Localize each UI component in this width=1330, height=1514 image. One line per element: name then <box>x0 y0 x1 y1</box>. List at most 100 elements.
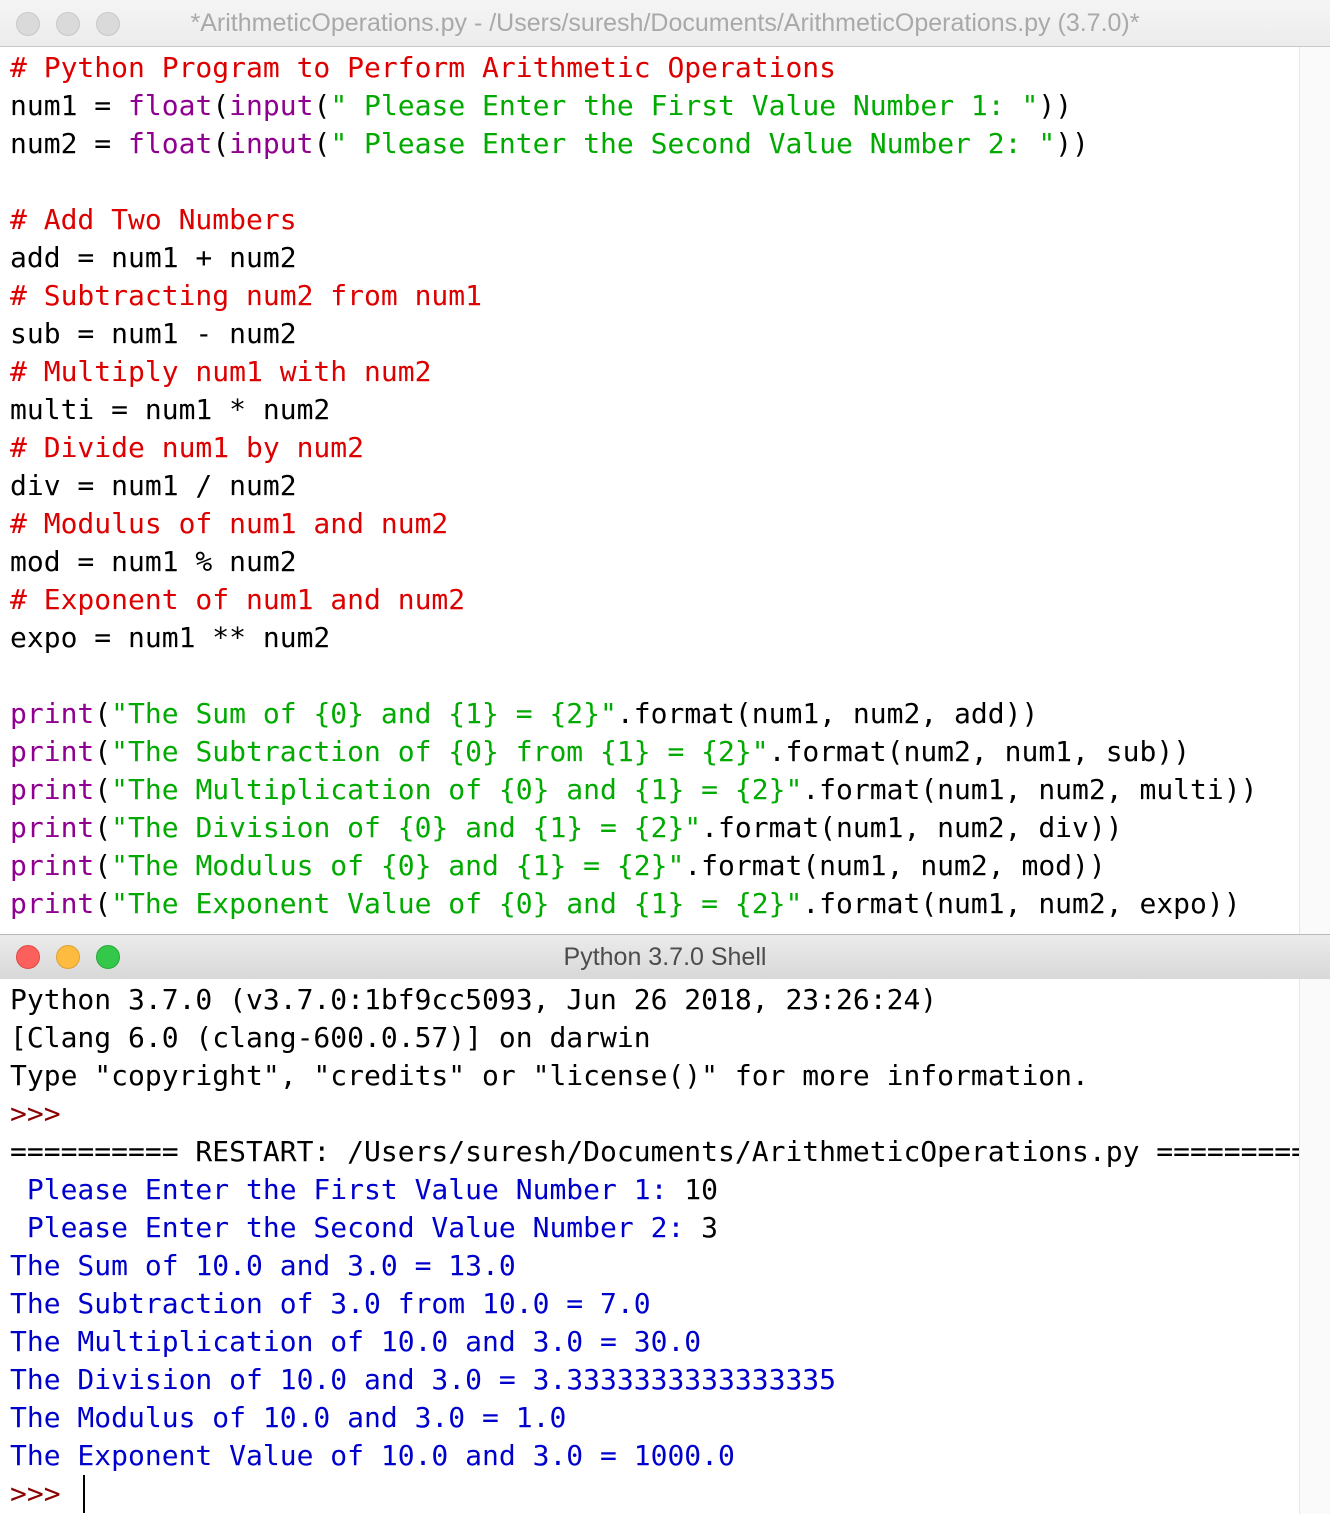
code-line: # Divide num1 by num2 <box>10 429 1300 467</box>
code-line: # Exponent of num1 and num2 <box>10 581 1300 619</box>
code-text: num1 = <box>10 89 129 122</box>
shell-scrollbar[interactable] <box>1299 979 1330 1514</box>
code-line: # Add Two Numbers <box>10 201 1300 239</box>
code-line: print("The Modulus of {0} and {1} = {2}"… <box>10 847 1300 885</box>
code-line: div = num1 / num2 <box>10 467 1300 505</box>
code-text: ( <box>212 89 230 122</box>
code-text: .format(num1, num2, div)) <box>701 811 1123 844</box>
code-builtin: input <box>229 89 314 122</box>
editor-text[interactable]: # Python Program to Perform Arithmetic O… <box>0 47 1300 923</box>
shell-console[interactable]: Python 3.7.0 (v3.7.0:1bf9cc5093, Jun 26 … <box>0 979 1325 1514</box>
code-text: .format(num2, num1, sub)) <box>768 735 1191 768</box>
code-comment: # Subtracting num2 from num1 <box>10 279 483 312</box>
code-text: .format(num1, num2, add)) <box>616 697 1039 730</box>
text-cursor <box>83 1475 86 1513</box>
code-text: .format(num1, num2, expo)) <box>802 887 1241 920</box>
code-text: ( <box>94 811 112 844</box>
code-text: ( <box>94 887 112 920</box>
shell-output: The Multiplication of 10.0 and 3.0 = 30.… <box>10 1325 702 1358</box>
shell-text[interactable]: Python 3.7.0 (v3.7.0:1bf9cc5093, Jun 26 … <box>0 979 1325 1513</box>
code-text: expo = num1 ** num2 <box>10 621 331 654</box>
shell-line: The Subtraction of 3.0 from 10.0 = 7.0 <box>10 1285 1300 1323</box>
shell-line: The Division of 10.0 and 3.0 = 3.3333333… <box>10 1361 1300 1399</box>
shell-line: The Sum of 10.0 and 3.0 = 13.0 <box>10 1247 1300 1285</box>
shell-output: The Modulus of 10.0 and 3.0 = 1.0 <box>10 1401 567 1434</box>
code-text: )) <box>1055 127 1089 160</box>
code-text: mod = num1 % num2 <box>10 545 297 578</box>
code-line: add = num1 + num2 <box>10 239 1300 277</box>
code-builtin: print <box>10 849 95 882</box>
shell-window-title: Python 3.7.0 Shell <box>563 943 767 971</box>
code-line: mod = num1 % num2 <box>10 543 1300 581</box>
code-text: ( <box>212 127 230 160</box>
code-builtin: print <box>10 735 95 768</box>
shell-line: >>> <box>10 1095 1300 1133</box>
shell-output: The Sum of 10.0 and 3.0 = 13.0 <box>10 1249 516 1282</box>
code-editor[interactable]: # Python Program to Perform Arithmetic O… <box>0 47 1300 934</box>
code-text: .format(num1, num2, mod)) <box>684 849 1106 882</box>
code-comment: # Multiply num1 with num2 <box>10 355 432 388</box>
code-line: # Subtracting num2 from num1 <box>10 277 1300 315</box>
code-line: multi = num1 * num2 <box>10 391 1300 429</box>
code-text: div = num1 / num2 <box>10 469 297 502</box>
shell-line: Python 3.7.0 (v3.7.0:1bf9cc5093, Jun 26 … <box>10 981 1300 1019</box>
code-text: ( <box>94 735 112 768</box>
code-string: "The Exponent Value of {0} and {1} = {2}… <box>111 887 803 920</box>
shell-line: [Clang 6.0 (clang-600.0.57)] on darwin <box>10 1019 1300 1057</box>
shell-line: Type "copyright", "credits" or "license(… <box>10 1057 1300 1095</box>
shell-line: The Exponent Value of 10.0 and 3.0 = 100… <box>10 1437 1300 1475</box>
shell-user-input: 3 <box>701 1211 719 1244</box>
code-text: ( <box>94 773 112 806</box>
shell-output: The Subtraction of 3.0 from 10.0 = 7.0 <box>10 1287 651 1320</box>
editor-window: *ArithmeticOperations.py - /Users/suresh… <box>0 0 1330 934</box>
code-text: ( <box>94 697 112 730</box>
code-line: print("The Exponent Value of {0} and {1}… <box>10 885 1300 923</box>
code-line: # Multiply num1 with num2 <box>10 353 1300 391</box>
shell-line: The Modulus of 10.0 and 3.0 = 1.0 <box>10 1399 1300 1437</box>
shell-prompt: >>> <box>10 1097 78 1130</box>
shell-titlebar: Python 3.7.0 Shell <box>0 934 1330 980</box>
code-string: "The Subtraction of {0} from {1} = {2}" <box>111 735 769 768</box>
shell-line: Please Enter the First Value Number 1: 1… <box>10 1171 1300 1209</box>
code-comment: # Modulus of num1 and num2 <box>10 507 449 540</box>
editor-scrollbar[interactable] <box>1299 47 1330 934</box>
code-string: " Please Enter the First Value Number 1:… <box>330 89 1039 122</box>
shell-text-line: ========== RESTART: /Users/suresh/Docume… <box>10 1135 1325 1168</box>
code-string: "The Multiplication of {0} and {1} = {2}… <box>111 773 803 806</box>
code-line: expo = num1 ** num2 <box>10 619 1300 657</box>
shell-text-line: Python 3.7.0 (v3.7.0:1bf9cc5093, Jun 26 … <box>10 983 938 1016</box>
shell-output: Please Enter the First Value Number 1: <box>10 1173 685 1206</box>
code-line: num1 = float(input(" Please Enter the Fi… <box>10 87 1300 125</box>
shell-line: ========== RESTART: /Users/suresh/Docume… <box>10 1133 1325 1171</box>
code-text: multi = num1 * num2 <box>10 393 331 426</box>
code-builtin: float <box>128 89 213 122</box>
code-line: print("The Multiplication of {0} and {1}… <box>10 771 1300 809</box>
shell-line: Please Enter the Second Value Number 2: … <box>10 1209 1300 1247</box>
shell-text-line: Type "copyright", "credits" or "license(… <box>10 1059 1089 1092</box>
code-builtin: print <box>10 811 95 844</box>
code-builtin: input <box>229 127 314 160</box>
shell-output: The Division of 10.0 and 3.0 = 3.3333333… <box>10 1363 837 1396</box>
code-builtin: print <box>10 697 95 730</box>
code-text: ( <box>313 127 331 160</box>
code-comment: # Exponent of num1 and num2 <box>10 583 466 616</box>
code-builtin: print <box>10 773 95 806</box>
code-text: sub = num1 - num2 <box>10 317 297 350</box>
code-text: num2 = <box>10 127 129 160</box>
code-text: ( <box>313 89 331 122</box>
code-text: add = num1 + num2 <box>10 241 297 274</box>
code-string: " Please Enter the Second Value Number 2… <box>330 127 1056 160</box>
code-text: .format(num1, num2, multi)) <box>802 773 1258 806</box>
code-string: "The Sum of {0} and {1} = {2}" <box>111 697 617 730</box>
code-string: "The Modulus of {0} and {1} = {2}" <box>111 849 685 882</box>
shell-input-line[interactable]: >>> <box>10 1475 1300 1513</box>
code-comment: # Divide num1 by num2 <box>10 431 365 464</box>
editor-window-title: *ArithmeticOperations.py - /Users/suresh… <box>190 9 1140 37</box>
editor-titlebar: *ArithmeticOperations.py - /Users/suresh… <box>0 0 1330 47</box>
shell-output: The Exponent Value of 10.0 and 3.0 = 100… <box>10 1439 735 1472</box>
shell-output: Please Enter the Second Value Number 2: <box>10 1211 702 1244</box>
code-text: )) <box>1038 89 1073 122</box>
code-builtin: float <box>128 127 213 160</box>
